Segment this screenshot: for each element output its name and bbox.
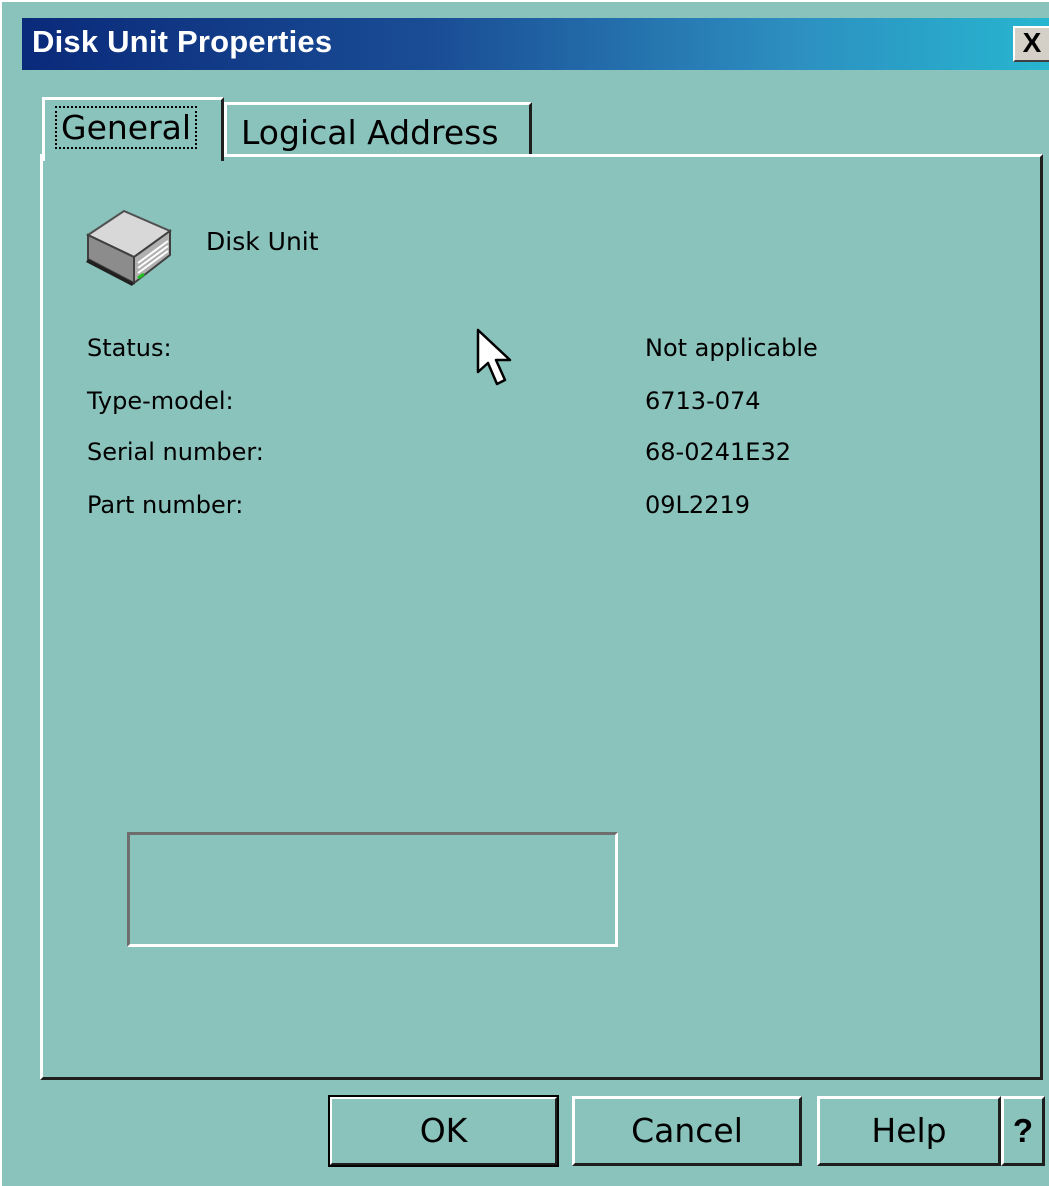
type-model-label: Type-model: xyxy=(87,387,234,415)
close-button[interactable]: X xyxy=(1013,26,1049,62)
tab-general[interactable]: General xyxy=(42,97,224,161)
status-value: Not applicable xyxy=(645,334,818,362)
disk-unit-properties-dialog: Disk Unit Properties X General Logical A… xyxy=(0,0,1049,1186)
cancel-button[interactable]: Cancel xyxy=(572,1096,802,1166)
tab-general-label: General xyxy=(55,106,198,149)
type-model-value: 6713-074 xyxy=(645,387,761,415)
part-number-label: Part number: xyxy=(87,491,244,519)
device-heading: Disk Unit xyxy=(206,227,319,256)
tab-logical-address[interactable]: Logical Address xyxy=(224,102,532,156)
empty-info-box xyxy=(127,832,618,947)
ok-button[interactable]: OK xyxy=(328,1095,559,1167)
part-number-value: 09L2219 xyxy=(645,491,750,519)
window-title: Disk Unit Properties xyxy=(32,24,333,59)
help-button[interactable]: Help xyxy=(817,1096,1001,1166)
close-icon: X xyxy=(1022,27,1042,58)
serial-number-label: Serial number: xyxy=(87,438,264,466)
whats-this-button[interactable]: ? xyxy=(1001,1096,1045,1166)
serial-number-value: 68-0241E32 xyxy=(645,438,791,466)
tab-logical-address-label: Logical Address xyxy=(241,113,499,152)
title-bar[interactable]: Disk Unit Properties X xyxy=(22,18,1049,70)
disk-unit-icon xyxy=(85,209,173,286)
mouse-pointer-icon xyxy=(476,328,512,386)
status-label: Status: xyxy=(87,334,172,362)
